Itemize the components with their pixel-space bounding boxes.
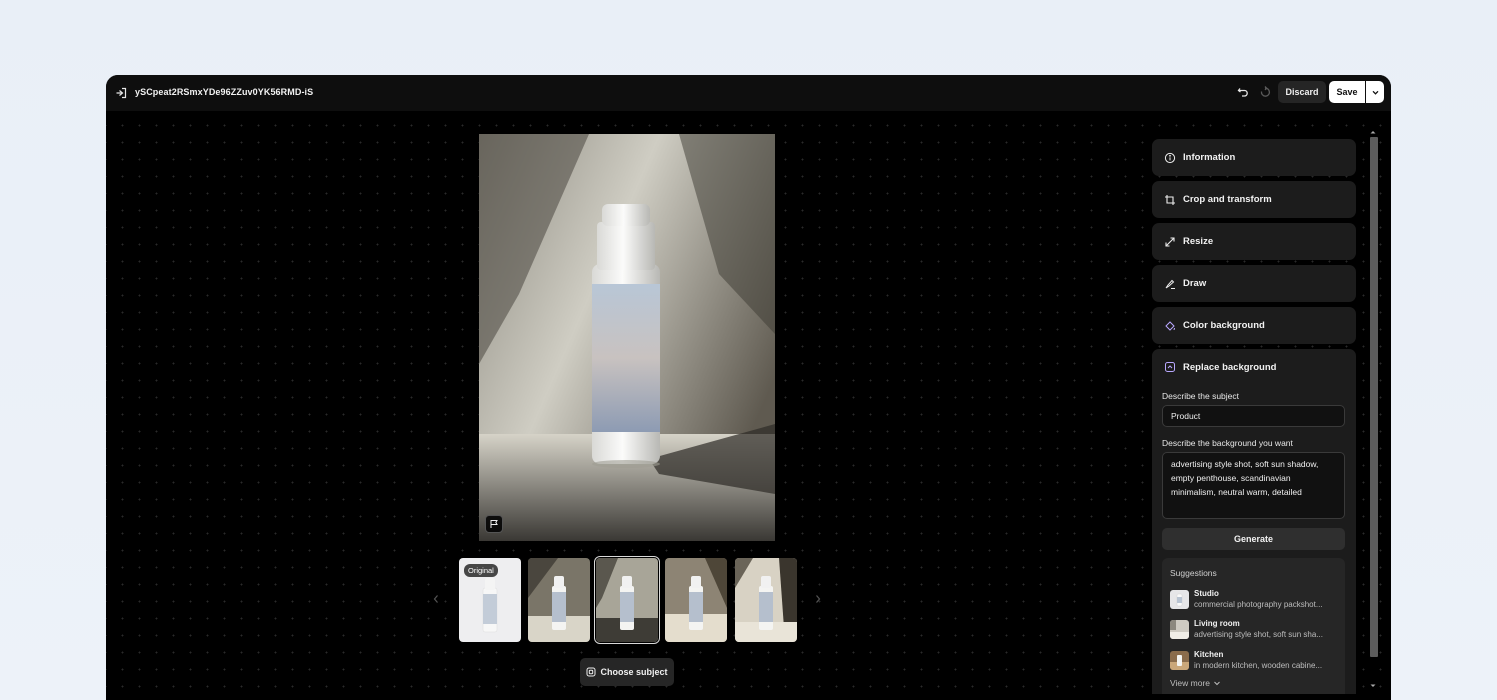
suggestion-thumbnail xyxy=(1170,620,1189,639)
save-options-button[interactable] xyxy=(1366,81,1384,103)
choose-subject-label: Choose subject xyxy=(600,667,668,677)
undo-icon[interactable] xyxy=(1236,85,1250,99)
crop-icon xyxy=(1165,194,1175,205)
canvas-area: Original Choose subject Information Crop… xyxy=(106,111,1391,700)
background-description-input[interactable]: advertising style shot, soft sun shadow,… xyxy=(1162,452,1345,519)
tool-crop-label: Crop and transform xyxy=(1183,194,1272,205)
view-more-link[interactable]: View more xyxy=(1170,678,1221,688)
choose-subject-button[interactable]: Choose subject xyxy=(580,658,674,686)
suggestion-description: commercial photography packshot... xyxy=(1194,600,1323,609)
suggestion-description: advertising style shot, soft sun sha... xyxy=(1194,630,1323,639)
discard-button[interactable]: Discard xyxy=(1278,81,1326,103)
subject-select-icon xyxy=(586,667,596,677)
suggestion-thumbnail xyxy=(1170,590,1189,609)
product-photo xyxy=(479,134,775,541)
redo-icon[interactable] xyxy=(1258,85,1272,99)
scroll-up-arrow-icon[interactable] xyxy=(1369,129,1377,135)
thumbnail-variant[interactable] xyxy=(665,558,727,642)
tool-draw[interactable]: Draw xyxy=(1152,265,1356,302)
thumbnail-variant[interactable] xyxy=(528,558,590,642)
suggestions-box: Suggestions Studio commercial photograph… xyxy=(1162,558,1345,694)
suggestion-item[interactable]: Studio commercial photography packshot..… xyxy=(1170,588,1340,612)
suggestions-title: Suggestions xyxy=(1170,568,1217,578)
thumbnail-image xyxy=(735,558,797,642)
save-button[interactable]: Save xyxy=(1329,81,1365,103)
thumbnail-original[interactable]: Original xyxy=(459,558,521,642)
tool-replace-background-label: Replace background xyxy=(1183,361,1277,373)
flag-icon xyxy=(490,520,498,528)
suggestion-name: Studio xyxy=(1194,589,1219,598)
tools-panel: Information Crop and transform Resize Dr… xyxy=(1152,139,1356,694)
tool-resize[interactable]: Resize xyxy=(1152,223,1356,260)
top-bar: ySCpeat2RSmxYDe96ZZuv0YK56RMD-iS Discard… xyxy=(106,75,1391,111)
view-more-label: View more xyxy=(1170,678,1210,688)
generate-button[interactable]: Generate xyxy=(1162,528,1345,550)
background-description-label: Describe the background you want xyxy=(1162,438,1293,448)
suggestion-name: Living room xyxy=(1194,619,1240,628)
tool-draw-label: Draw xyxy=(1183,278,1207,289)
tool-crop[interactable]: Crop and transform xyxy=(1152,181,1356,218)
chevron-left-icon[interactable] xyxy=(431,593,441,605)
suggestion-item[interactable]: Living room advertising style shot, soft… xyxy=(1170,618,1340,642)
suggestion-name: Kitchen xyxy=(1194,650,1224,659)
main-image xyxy=(479,134,775,541)
exit-icon[interactable] xyxy=(114,86,128,100)
tool-resize-label: Resize xyxy=(1183,236,1214,247)
chevron-down-icon xyxy=(1372,90,1378,95)
thumbnail-image xyxy=(596,558,658,642)
chevron-right-icon[interactable] xyxy=(813,593,823,605)
scrollbar-thumb[interactable] xyxy=(1370,137,1378,657)
suggestion-item[interactable]: Kitchen in modern kitchen, wooden cabine… xyxy=(1170,649,1340,673)
info-icon xyxy=(1164,152,1176,163)
tool-information-label: Information xyxy=(1183,152,1236,163)
tool-information[interactable]: Information xyxy=(1152,139,1356,176)
tool-replace-background[interactable]: Replace background xyxy=(1164,361,1276,373)
resize-icon xyxy=(1165,236,1175,247)
suggestion-thumbnail xyxy=(1170,651,1189,670)
subject-label: Describe the subject xyxy=(1162,391,1240,401)
tool-color-background[interactable]: Color background xyxy=(1152,307,1356,344)
thumbnail-image xyxy=(665,558,727,642)
paint-bucket-icon xyxy=(1165,320,1175,331)
subject-input[interactable] xyxy=(1162,405,1345,427)
editor-window: ySCpeat2RSmxYDe96ZZuv0YK56RMD-iS Discard… xyxy=(106,75,1391,700)
chevron-down-icon xyxy=(1214,681,1220,686)
thumbnail-variant-selected[interactable] xyxy=(594,556,660,644)
thumbnail-image xyxy=(528,558,590,642)
thumbnail-variant[interactable] xyxy=(735,558,797,642)
replace-background-panel: Replace background Describe the subject … xyxy=(1152,349,1356,694)
replace-background-icon xyxy=(1165,362,1175,372)
suggestion-description: in modern kitchen, wooden cabine... xyxy=(1194,661,1323,670)
file-name: ySCpeat2RSmxYDe96ZZuv0YK56RMD-iS xyxy=(135,87,314,97)
original-badge: Original xyxy=(464,564,498,577)
flag-button[interactable] xyxy=(485,515,503,533)
scroll-down-arrow-icon[interactable] xyxy=(1369,683,1377,689)
tool-color-background-label: Color background xyxy=(1183,320,1265,331)
draw-icon xyxy=(1165,279,1175,289)
